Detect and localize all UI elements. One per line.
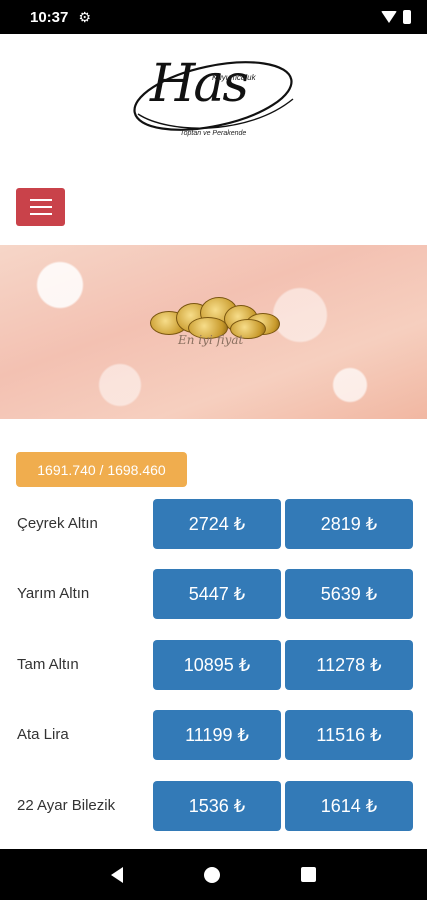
sell-price-button[interactable]: 1614 ₺ <box>285 781 413 831</box>
logo-tagline: Toptan ve Perakende <box>180 130 247 137</box>
buy-price-button[interactable]: 5447 ₺ <box>153 569 281 619</box>
hamburger-menu-button[interactable] <box>16 188 65 226</box>
sell-price-button[interactable]: 11516 ₺ <box>285 710 413 760</box>
hero-banner: En iyi fiyat <box>0 245 427 419</box>
brand-logo: Has Kuyumculuk Toptan ve Perakende <box>128 44 298 144</box>
buy-price-button[interactable]: 11199 ₺ <box>153 710 281 760</box>
home-icon[interactable] <box>203 866 220 883</box>
buy-price-button[interactable]: 2724 ₺ <box>153 499 281 549</box>
hamburger-icon <box>29 199 52 201</box>
hamburger-icon <box>29 213 52 215</box>
row-label: 22 Ayar Bilezik <box>17 797 116 814</box>
status-bar: 10:37 ⚙ <box>0 0 427 34</box>
sell-price-button[interactable]: 5639 ₺ <box>285 569 413 619</box>
price-row: Yarım Altın 5447 ₺ 5639 ₺ <box>0 569 427 619</box>
price-row: Ata Lira 11199 ₺ 11516 ₺ <box>0 710 427 760</box>
buy-price-button[interactable]: 1536 ₺ <box>153 781 281 831</box>
back-icon[interactable] <box>110 866 123 883</box>
status-icons <box>381 10 411 24</box>
battery-icon <box>403 10 411 24</box>
wifi-icon <box>381 11 397 23</box>
status-time: 10:37 <box>30 8 69 26</box>
recents-icon[interactable] <box>301 867 317 882</box>
hamburger-icon <box>29 206 52 208</box>
app-screen: 10:37 ⚙ Has Kuyumculuk Toptan ve Peraken… <box>0 0 427 900</box>
buy-price-button[interactable]: 10895 ₺ <box>153 640 281 690</box>
sell-price-button[interactable]: 2819 ₺ <box>285 499 413 549</box>
price-row: Çeyrek Altın 2724 ₺ 2819 ₺ <box>0 499 427 549</box>
system-nav-bar <box>0 849 427 900</box>
banner-caption: En iyi fiyat <box>178 333 244 347</box>
logo-subtitle: Kuyumculuk <box>212 73 256 82</box>
logo-brand: Has <box>150 54 249 114</box>
price-row: Tam Altın 10895 ₺ 11278 ₺ <box>0 640 427 690</box>
row-label: Tam Altın <box>17 656 79 673</box>
sell-price-button[interactable]: 11278 ₺ <box>285 640 413 690</box>
gear-icon: ⚙ <box>78 8 91 25</box>
row-label: Çeyrek Altın <box>17 515 98 532</box>
price-row: 22 Ayar Bilezik 1536 ₺ 1614 ₺ <box>0 781 427 831</box>
exchange-rate-badge: 1691.740 / 1698.460 <box>16 452 187 487</box>
row-label: Yarım Altın <box>17 585 90 602</box>
row-label: Ata Lira <box>17 726 69 743</box>
